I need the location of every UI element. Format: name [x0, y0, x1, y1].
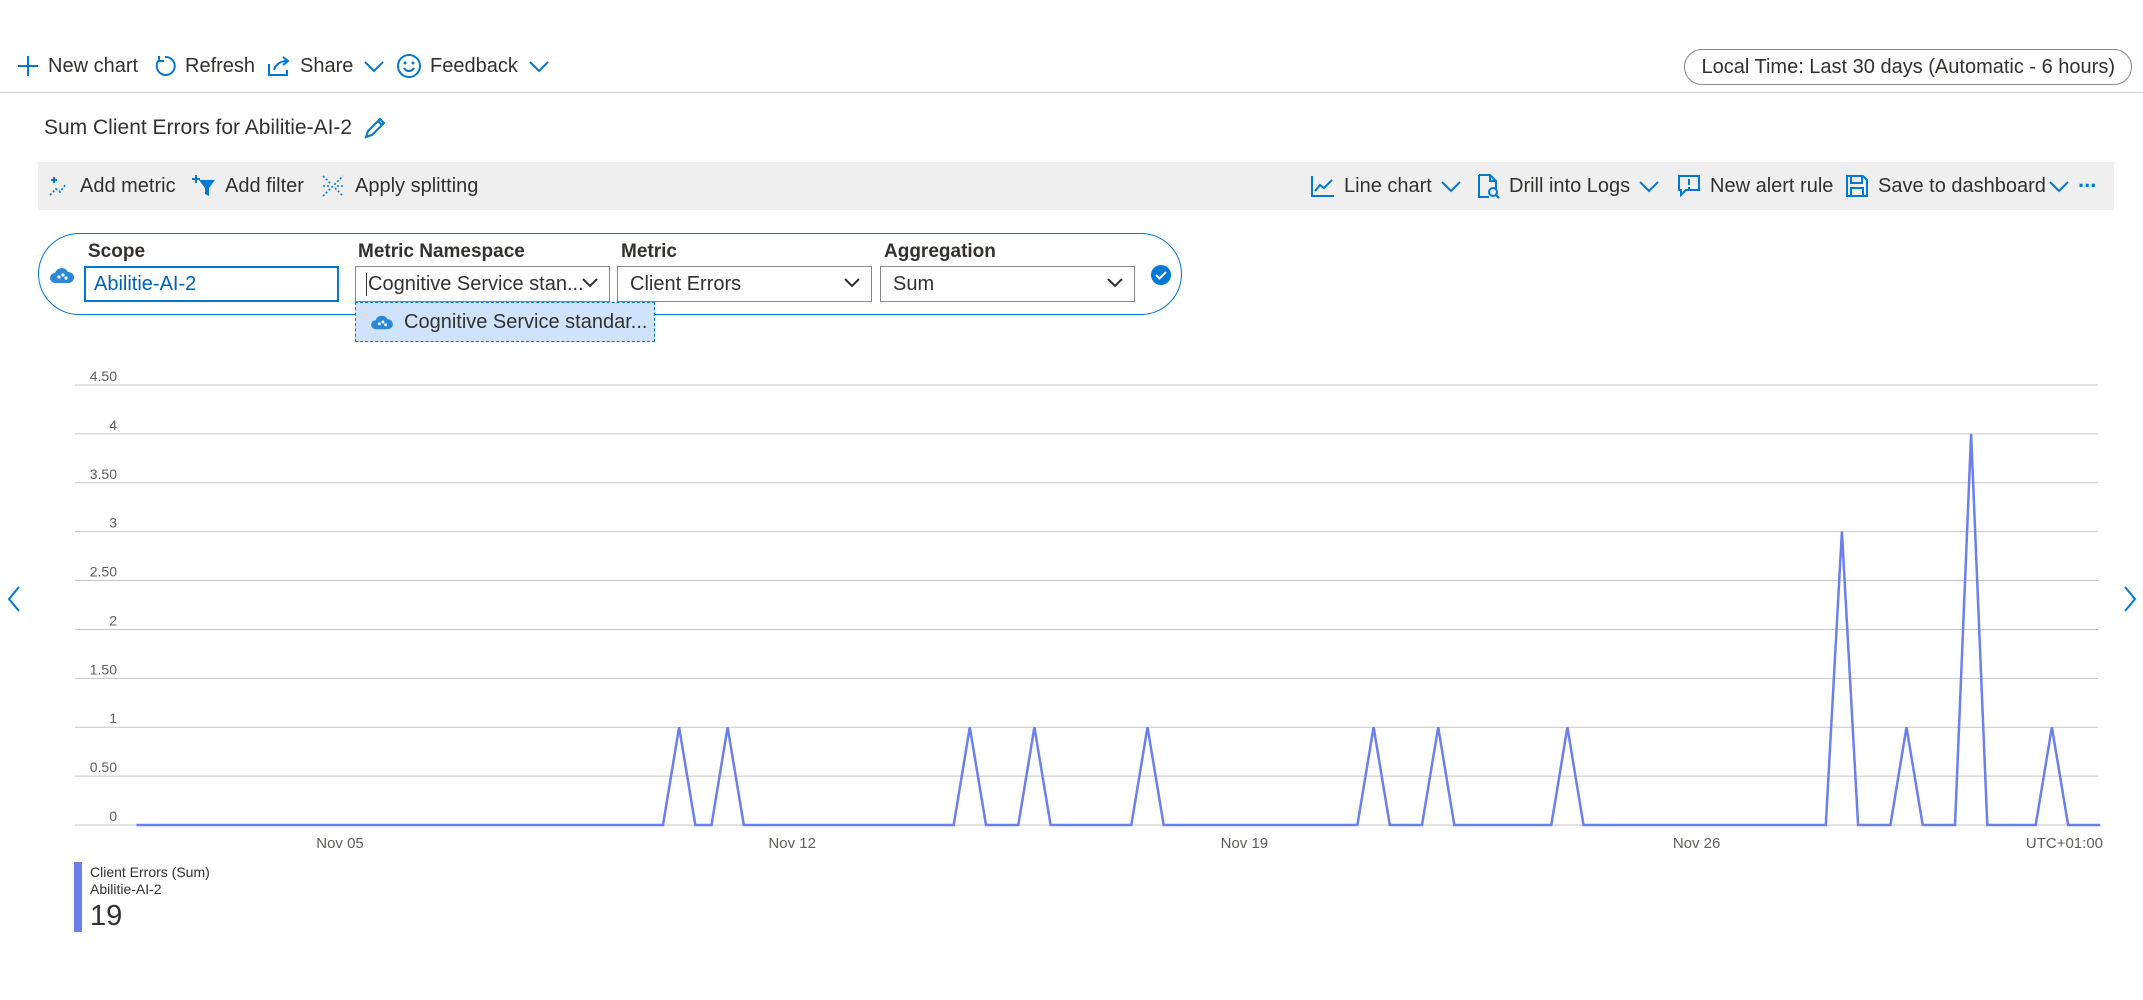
chart-gridlines [75, 384, 2098, 826]
cognitive-service-cloud-icon [371, 315, 393, 330]
chevron-down-icon [1441, 181, 1461, 193]
add-metric-label: Add metric [80, 174, 176, 197]
chevron-down-icon [844, 278, 860, 288]
drill-into-logs-label: Drill into Logs [1509, 174, 1631, 197]
x-tick-label: Nov 05 [316, 835, 364, 852]
chart-title: Sum Client Errors for Abilitie-AI-2 [44, 116, 353, 139]
new-chart-button[interactable]: New chart [16, 50, 138, 82]
feedback-label: Feedback [430, 54, 518, 77]
chart-toolbar: Add metric Add filter Apply splitting Li… [38, 162, 2114, 210]
add-filter-label: Add filter [225, 174, 304, 197]
metric-label: Metric [621, 241, 677, 262]
y-tick-label: 1.50 [90, 661, 117, 677]
cognitive-service-cloud-icon [50, 268, 75, 283]
new-alert-rule-button[interactable]: New alert rule [1676, 162, 1833, 210]
aggregation-value: Sum [893, 272, 935, 295]
share-icon [268, 56, 290, 76]
timezone-label: UTC+01:00 [2026, 835, 2103, 852]
top-command-bar: New chart Refresh Share Feedback Local T… [0, 0, 2143, 93]
save-to-dashboard-label: Save to dashboard [1878, 174, 2046, 197]
new-chart-label: New chart [48, 54, 139, 77]
chevron-down-icon [582, 278, 598, 288]
confirm-check-icon[interactable] [1150, 264, 1172, 286]
y-tick-label: 4.50 [90, 368, 117, 384]
filter-icon [192, 175, 215, 196]
save-icon [1846, 175, 1868, 197]
x-axis-ticks: Nov 05 Nov 12 Nov 19 Nov 26 UTC+01:00 [316, 835, 2103, 852]
chevron-down-icon [364, 61, 385, 73]
metric-namespace-select[interactable]: Cognitive Service stan... [355, 266, 610, 302]
smiley-icon [397, 54, 421, 78]
y-tick-label: 0.50 [90, 759, 117, 775]
chevron-down-icon [529, 61, 549, 73]
metric-select[interactable]: Client Errors [617, 266, 872, 302]
aggregation-select[interactable]: Sum [880, 266, 1135, 302]
x-tick-label: Nov 12 [768, 835, 816, 852]
namespace-option-label: Cognitive Service standar... [404, 310, 648, 333]
line-chart-button[interactable]: Line chart [1310, 162, 1462, 210]
namespace-dropdown-option[interactable]: Cognitive Service standar... [355, 302, 655, 342]
chevron-down-icon [1107, 278, 1123, 288]
scope-label: Scope [88, 241, 146, 262]
apply-splitting-label: Apply splitting [355, 174, 479, 197]
feedback-button[interactable]: Feedback [396, 50, 550, 82]
new-alert-rule-label: New alert rule [1710, 174, 1834, 197]
splitting-icon [322, 175, 345, 197]
save-to-dashboard-button[interactable]: Save to dashboard [1844, 162, 2070, 210]
more-options-button[interactable]: ... [2078, 156, 2096, 204]
scope-input[interactable]: Abilitie-AI-2 [84, 266, 339, 302]
y-tick-label: 4 [109, 417, 117, 433]
time-range-picker[interactable]: Local Time: Last 30 days (Automatic - 6 … [1684, 49, 2132, 85]
legend-total-value: 19 [90, 900, 123, 932]
y-tick-label: 1 [109, 710, 117, 726]
legend-series-name: Client Errors (Sum) [90, 864, 210, 880]
y-tick-label: 2 [109, 612, 117, 628]
share-button[interactable]: Share [266, 50, 385, 82]
more-options-label: ... [2078, 167, 2097, 192]
add-metric-button[interactable]: Add metric [48, 162, 176, 210]
refresh-icon [155, 55, 176, 76]
y-axis-ticks: 0 0.50 1 1.50 2 2.50 3 3.50 4 4.50 [90, 368, 117, 824]
add-metric-icon [49, 177, 67, 196]
chevron-down-icon [2049, 181, 2069, 193]
y-tick-label: 2.50 [90, 564, 117, 580]
x-tick-label: Nov 26 [1673, 835, 1721, 852]
alert-icon [1678, 175, 1700, 198]
line-chart-icon [1311, 176, 1334, 197]
line-chart-label: Line chart [1344, 174, 1432, 197]
add-filter-button[interactable]: Add filter [191, 162, 304, 210]
refresh-button[interactable]: Refresh [153, 50, 255, 82]
aggregation-label: Aggregation [884, 241, 996, 262]
legend-resource: Abilitie-AI-2 [90, 881, 162, 897]
drill-into-logs-button[interactable]: Drill into Logs [1475, 162, 1660, 210]
metric-namespace-value: Cognitive Service stan... [366, 272, 584, 296]
apply-splitting-button[interactable]: Apply splitting [321, 162, 478, 210]
chart-title-row: Sum Client Errors for Abilitie-AI-2 [44, 112, 388, 144]
y-tick-label: 3.50 [90, 466, 117, 482]
logs-icon [1478, 174, 1500, 199]
client-errors-line-chart: 00.5011.5022.5033.5044.50 Nov 05 Nov 12 No… [75, 368, 2103, 852]
y-tick-label: 0 [109, 808, 117, 824]
chevron-left-icon[interactable] [6, 585, 22, 613]
plus-icon [18, 56, 38, 76]
chevron-right-icon[interactable] [2122, 585, 2138, 613]
x-tick-label: Nov 19 [1221, 835, 1269, 852]
share-label: Share [300, 54, 354, 77]
chevron-down-icon [1639, 181, 1659, 193]
refresh-label: Refresh [185, 54, 256, 77]
metric-namespace-label: Metric Namespace [358, 241, 525, 262]
edit-pencil-icon[interactable] [362, 115, 388, 141]
legend-color-swatch [74, 862, 82, 932]
y-tick-label: 3 [109, 515, 117, 531]
metric-value: Client Errors [630, 272, 742, 295]
